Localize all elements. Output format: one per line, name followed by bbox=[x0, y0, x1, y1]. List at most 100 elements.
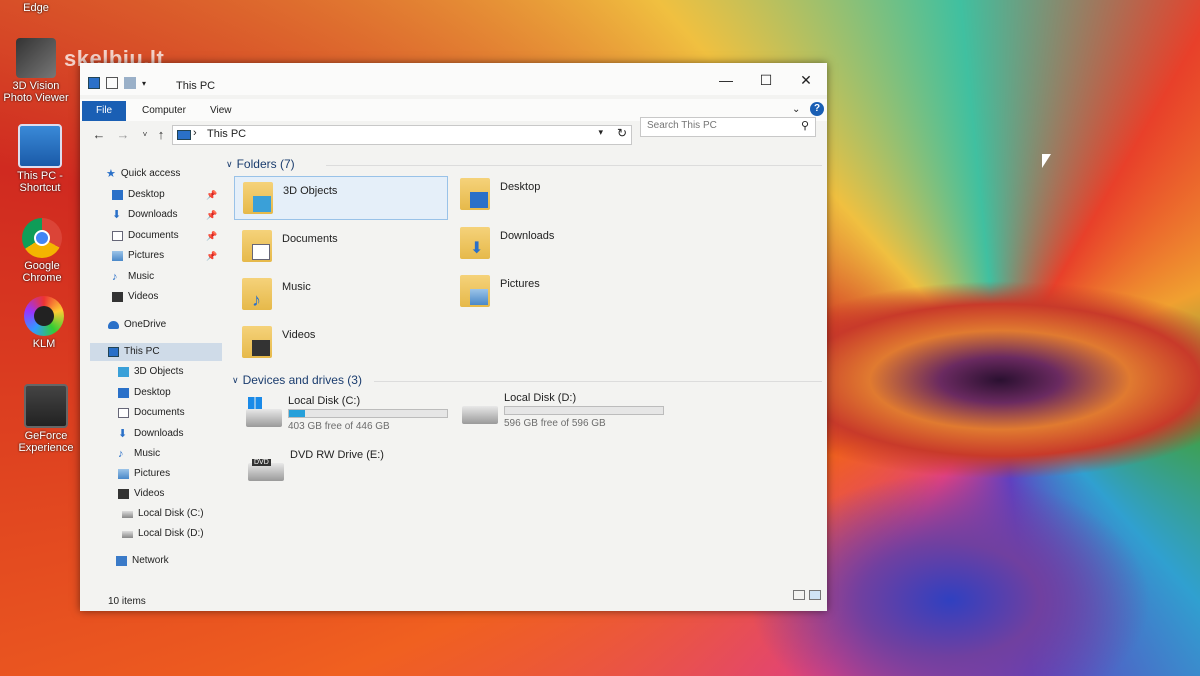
document-icon bbox=[252, 244, 270, 260]
pin-icon[interactable]: 📌 bbox=[206, 231, 217, 242]
film-icon bbox=[112, 292, 123, 302]
nav-qa-music[interactable]: ♪ Music bbox=[112, 268, 154, 286]
nav-pc-local-disk-d[interactable]: Local Disk (D:) bbox=[122, 525, 204, 543]
desktop-icon-edge[interactable]: Edge bbox=[0, 2, 72, 14]
pin-icon[interactable]: 📌 bbox=[206, 251, 217, 262]
nav-qa-desktop[interactable]: Desktop bbox=[112, 186, 165, 204]
up-button[interactable]: ↑ bbox=[154, 127, 168, 143]
computer-icon bbox=[108, 347, 119, 357]
nav-label: Local Disk (C:) bbox=[138, 508, 204, 519]
3d-vision-icon bbox=[16, 38, 56, 78]
folder-3d-objects[interactable]: 3D Objects bbox=[234, 176, 448, 220]
chevron-down-icon[interactable]: ▾ bbox=[142, 79, 146, 88]
nav-network[interactable]: Network bbox=[116, 552, 169, 570]
drive-dvd-rw-e[interactable]: DVD DVD RW Drive (E:) bbox=[246, 449, 456, 493]
folder-icon bbox=[242, 326, 272, 358]
nav-label: Downloads bbox=[128, 209, 178, 220]
refresh-icon[interactable]: ↻ bbox=[617, 126, 627, 140]
close-button[interactable]: ✕ bbox=[786, 69, 826, 91]
download-arrow-icon: ⬇ bbox=[112, 209, 122, 221]
desktop-icon-geforce[interactable]: GeForce Experience bbox=[10, 384, 82, 454]
cube-icon bbox=[118, 367, 129, 377]
pin-icon[interactable]: 📌 bbox=[206, 190, 217, 201]
nav-label: Videos bbox=[134, 488, 165, 499]
drive-local-disk-c[interactable]: Local Disk (C:) 403 GB free of 446 GB bbox=[244, 395, 454, 439]
klm-icon bbox=[24, 296, 64, 336]
film-icon bbox=[118, 489, 129, 499]
nav-qa-documents[interactable]: Documents bbox=[112, 227, 179, 245]
drive-free-space: 596 GB free of 596 GB bbox=[504, 418, 606, 429]
drives-group-header[interactable]: ∨ Devices and drives (3) bbox=[232, 373, 362, 387]
chevron-down-icon[interactable]: ▾ bbox=[598, 127, 603, 138]
folder-pictures[interactable]: Pictures bbox=[452, 270, 662, 314]
tab-computer[interactable]: Computer bbox=[128, 101, 200, 121]
folder-downloads[interactable]: ⬇ Downloads bbox=[452, 222, 662, 266]
folder-icon bbox=[460, 275, 490, 307]
ribbon-expand-icon[interactable]: ⌄ bbox=[792, 104, 800, 115]
new-folder-icon[interactable] bbox=[124, 77, 136, 89]
download-arrow-icon: ⬇ bbox=[118, 428, 128, 440]
maximize-button[interactable]: ☐ bbox=[746, 69, 786, 91]
search-icon: ⚲ bbox=[800, 120, 809, 132]
search-box[interactable]: ⚲ bbox=[640, 117, 816, 137]
nav-label: OneDrive bbox=[124, 319, 167, 330]
nav-pc-music[interactable]: ♪ Music bbox=[118, 445, 160, 463]
nav-this-pc[interactable]: This PC bbox=[90, 343, 222, 361]
dvd-badge-icon: DVD bbox=[252, 459, 271, 466]
nav-quick-access[interactable]: ★ Quick access bbox=[106, 165, 180, 183]
nav-pc-pictures[interactable]: Pictures bbox=[118, 465, 170, 483]
picture-icon bbox=[112, 251, 123, 261]
status-bar-item-count: 10 items bbox=[108, 596, 146, 607]
folder-label: Videos bbox=[282, 329, 316, 341]
drive-icon bbox=[122, 510, 133, 518]
desktop-icon bbox=[470, 192, 488, 208]
nav-pc-3d-objects[interactable]: 3D Objects bbox=[118, 363, 183, 381]
minimize-button[interactable]: — bbox=[706, 69, 746, 91]
nav-label: This PC bbox=[124, 346, 160, 357]
desktop-icon-3d-vision[interactable]: 3D Vision Photo Viewer bbox=[0, 38, 72, 104]
folder-icon: ⬇ bbox=[460, 227, 490, 259]
search-input[interactable] bbox=[647, 120, 787, 131]
tab-view[interactable]: View bbox=[196, 101, 246, 121]
nav-label: Music bbox=[128, 271, 155, 282]
folder-icon: ♪ bbox=[242, 278, 272, 310]
nav-qa-videos[interactable]: Videos bbox=[112, 288, 158, 306]
drive-icon bbox=[122, 530, 133, 538]
nav-pc-downloads[interactable]: ⬇ Downloads bbox=[118, 425, 183, 443]
desktop-icon-label: KLM bbox=[32, 338, 56, 350]
folder-documents[interactable]: Documents bbox=[234, 225, 444, 269]
back-button[interactable]: ← bbox=[92, 127, 106, 143]
cube-icon bbox=[253, 196, 271, 212]
folder-music[interactable]: ♪ Music bbox=[234, 273, 444, 317]
address-bar[interactable]: › This PC ▾ ↻ bbox=[172, 125, 632, 145]
music-note-icon: ♪ bbox=[112, 271, 118, 283]
desktop-icon-chrome[interactable]: Google Chrome bbox=[6, 218, 78, 284]
download-arrow-icon: ⬇ bbox=[470, 240, 484, 257]
large-icons-view-icon[interactable] bbox=[809, 590, 821, 600]
nav-onedrive[interactable]: OneDrive bbox=[108, 316, 166, 334]
drive-local-disk-d[interactable]: Local Disk (D:) 596 GB free of 596 GB bbox=[460, 392, 670, 436]
nav-pc-local-disk-c[interactable]: Local Disk (C:) bbox=[122, 505, 204, 523]
help-icon[interactable]: ? bbox=[810, 102, 824, 116]
folders-group-header[interactable]: ∨ Folders (7) bbox=[226, 157, 295, 171]
details-view-icon[interactable] bbox=[793, 590, 805, 600]
forward-button[interactable]: → bbox=[116, 127, 130, 143]
drive-icon bbox=[462, 406, 498, 424]
computer-icon bbox=[88, 77, 100, 89]
pin-icon[interactable]: 📌 bbox=[206, 210, 217, 221]
nav-pc-documents[interactable]: Documents bbox=[118, 404, 185, 422]
nav-qa-downloads[interactable]: ⬇ Downloads bbox=[112, 206, 177, 224]
recent-locations-button[interactable]: ˅ bbox=[138, 127, 152, 143]
desktop-icon-klm[interactable]: KLM bbox=[8, 296, 80, 350]
group-divider bbox=[326, 165, 822, 166]
music-note-icon: ♪ bbox=[252, 290, 261, 310]
tab-file[interactable]: File bbox=[82, 101, 127, 121]
nav-pc-videos[interactable]: Videos bbox=[118, 485, 164, 503]
folder-desktop[interactable]: Desktop bbox=[452, 173, 662, 217]
nav-pc-desktop[interactable]: Desktop bbox=[118, 384, 171, 402]
folder-videos[interactable]: Videos bbox=[234, 321, 444, 365]
properties-icon[interactable] bbox=[106, 77, 118, 89]
breadcrumb[interactable]: This PC bbox=[207, 128, 246, 140]
nav-qa-pictures[interactable]: Pictures bbox=[112, 247, 164, 265]
desktop-icon-this-pc[interactable]: This PC - Shortcut bbox=[4, 124, 76, 194]
